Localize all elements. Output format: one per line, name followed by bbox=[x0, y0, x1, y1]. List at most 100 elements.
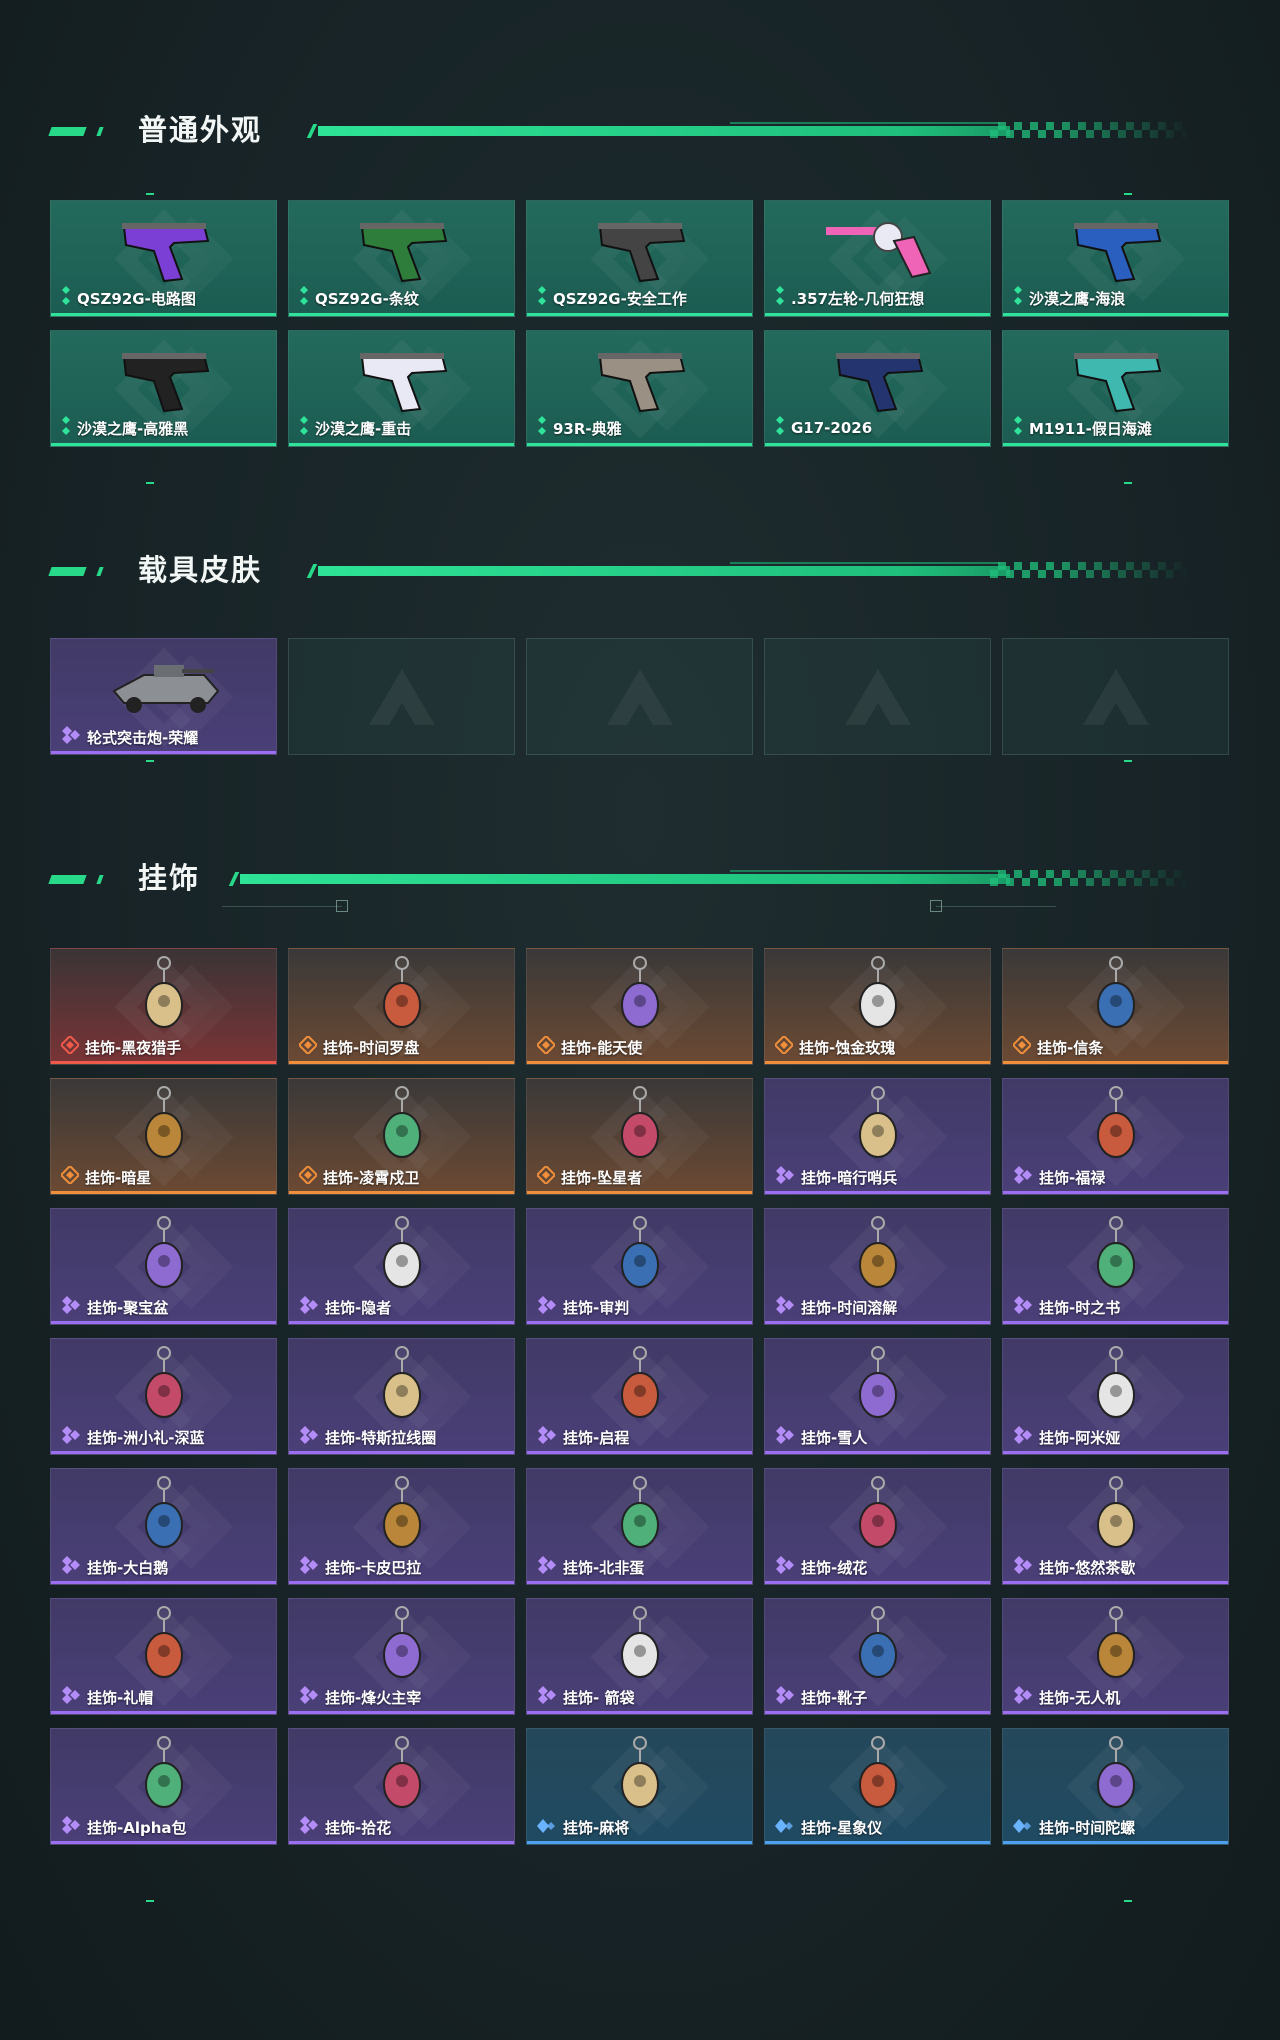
rarity-badge-icon bbox=[299, 286, 309, 310]
empty-item-slot[interactable] bbox=[1002, 638, 1229, 755]
header-slash bbox=[306, 124, 318, 138]
item-card[interactable]: 挂饰-悠然茶歇 bbox=[1002, 1468, 1229, 1585]
charm-icon bbox=[818, 1735, 938, 1817]
item-card[interactable]: 挂饰-麻将 bbox=[526, 1728, 753, 1845]
item-name: QSZ92G-安全工作 bbox=[553, 289, 687, 308]
item-label-row: 挂饰-凌霄戍卫 bbox=[297, 1164, 420, 1188]
item-card[interactable]: 挂饰-能天使 bbox=[526, 948, 753, 1065]
empty-item-slot[interactable] bbox=[288, 638, 515, 755]
item-card[interactable]: 轮式突击炮-荣耀 bbox=[50, 638, 277, 755]
rarity-badge-icon bbox=[1013, 1166, 1033, 1188]
decor-tick bbox=[1124, 193, 1132, 195]
item-card[interactable]: 挂饰-坠星者 bbox=[526, 1078, 753, 1195]
charm-icon bbox=[342, 955, 462, 1037]
rarity-badge-icon bbox=[537, 1426, 557, 1448]
charm-icon bbox=[1056, 1735, 1176, 1817]
item-label-row: 挂饰-时间溶解 bbox=[775, 1296, 897, 1318]
item-card[interactable]: QSZ92G-安全工作 bbox=[526, 200, 753, 317]
item-label-row: QSZ92G-电路图 bbox=[61, 286, 196, 310]
item-card[interactable]: 挂饰-靴子 bbox=[764, 1598, 991, 1715]
item-label-row: 挂饰-聚宝盆 bbox=[61, 1296, 168, 1318]
item-card[interactable]: 挂饰-阿米娅 bbox=[1002, 1338, 1229, 1455]
item-card[interactable]: 挂饰-星象仪 bbox=[764, 1728, 991, 1845]
item-label-row: 挂饰-时之书 bbox=[1013, 1296, 1120, 1318]
item-card[interactable]: 93R-典雅 bbox=[526, 330, 753, 447]
item-card[interactable]: M1911-假日海滩 bbox=[1002, 330, 1229, 447]
item-card[interactable]: .357左轮-几何狂想 bbox=[764, 200, 991, 317]
item-card[interactable]: 沙漠之鹰-海浪 bbox=[1002, 200, 1229, 317]
item-card[interactable]: 挂饰-聚宝盆 bbox=[50, 1208, 277, 1325]
item-card[interactable]: 挂饰-隐者 bbox=[288, 1208, 515, 1325]
decor-tick bbox=[1124, 1900, 1132, 1902]
item-label-row: 轮式突击炮-荣耀 bbox=[61, 726, 198, 748]
item-name: 挂饰-凌霄戍卫 bbox=[323, 1168, 420, 1187]
item-card[interactable]: 挂饰-绒花 bbox=[764, 1468, 991, 1585]
item-name: 挂饰-聚宝盆 bbox=[87, 1298, 169, 1317]
item-name: .357左轮-几何狂想 bbox=[791, 289, 925, 308]
item-name: 挂饰-信条 bbox=[1037, 1038, 1104, 1057]
item-card[interactable]: G17-2026 bbox=[764, 330, 991, 447]
decor-tick bbox=[146, 193, 154, 195]
item-card[interactable]: 挂饰-特斯拉线圈 bbox=[288, 1338, 515, 1455]
header-thin-line bbox=[730, 122, 1000, 124]
item-name: 挂饰-Alpha包 bbox=[87, 1818, 187, 1837]
item-card[interactable]: 挂饰-Alpha包 bbox=[50, 1728, 277, 1845]
item-card[interactable]: 挂饰-雪人 bbox=[764, 1338, 991, 1455]
item-name: 挂饰-审判 bbox=[563, 1298, 630, 1317]
item-card[interactable]: 沙漠之鹰-重击 bbox=[288, 330, 515, 447]
charm-icon bbox=[342, 1735, 462, 1817]
pistol-icon bbox=[342, 337, 462, 419]
item-card[interactable]: 挂饰-卡皮巴拉 bbox=[288, 1468, 515, 1585]
item-label-row: 挂饰-北非蛋 bbox=[537, 1556, 644, 1578]
item-card[interactable]: 挂饰-福禄 bbox=[1002, 1078, 1229, 1195]
header-accent-dash bbox=[48, 567, 87, 576]
item-label-row: 挂饰-坠星者 bbox=[535, 1164, 642, 1188]
item-card[interactable]: 挂饰-拾花 bbox=[288, 1728, 515, 1845]
item-card[interactable]: 挂饰-时间溶解 bbox=[764, 1208, 991, 1325]
pistol-icon bbox=[342, 207, 462, 289]
empty-item-slot[interactable] bbox=[526, 638, 753, 755]
item-card[interactable]: 挂饰-洲小礼-深蓝 bbox=[50, 1338, 277, 1455]
header-checker-pattern bbox=[990, 562, 1190, 578]
section-header: 普通外观 bbox=[0, 110, 1280, 150]
item-card[interactable]: 挂饰-蚀金玫瑰 bbox=[764, 948, 991, 1065]
item-card[interactable]: 挂饰-启程 bbox=[526, 1338, 753, 1455]
item-name: 挂饰-蚀金玫瑰 bbox=[799, 1038, 896, 1057]
rarity-badge-icon bbox=[299, 1296, 319, 1318]
item-card[interactable]: 挂饰-暗行哨兵 bbox=[764, 1078, 991, 1195]
item-card[interactable]: 挂饰-时之书 bbox=[1002, 1208, 1229, 1325]
rarity-badge-icon bbox=[1013, 1426, 1033, 1448]
item-card[interactable]: 沙漠之鹰-高雅黑 bbox=[50, 330, 277, 447]
header-accent-tick bbox=[96, 127, 104, 136]
rarity-badge-icon bbox=[775, 1556, 795, 1578]
header-accent-tick bbox=[96, 875, 104, 884]
item-card[interactable]: 挂饰-时间罗盘 bbox=[288, 948, 515, 1065]
item-name: 挂饰-洲小礼-深蓝 bbox=[87, 1428, 205, 1447]
placeholder-logo-icon bbox=[843, 667, 913, 727]
item-card[interactable]: 挂饰- 箭袋 bbox=[526, 1598, 753, 1715]
item-card[interactable]: 挂饰-北非蛋 bbox=[526, 1468, 753, 1585]
header-slash bbox=[306, 564, 318, 578]
item-card[interactable]: QSZ92G-电路图 bbox=[50, 200, 277, 317]
item-card[interactable]: 挂饰-烽火主宰 bbox=[288, 1598, 515, 1715]
item-card[interactable]: 挂饰-信条 bbox=[1002, 948, 1229, 1065]
item-label-row: QSZ92G-安全工作 bbox=[537, 286, 687, 310]
rarity-badge-icon bbox=[61, 1816, 81, 1838]
rarity-badge-icon bbox=[1013, 416, 1023, 440]
item-name: 挂饰-卡皮巴拉 bbox=[325, 1558, 422, 1577]
item-card[interactable]: QSZ92G-条纹 bbox=[288, 200, 515, 317]
charm-icon bbox=[1056, 1475, 1176, 1557]
decor-tick bbox=[146, 1900, 154, 1902]
empty-item-slot[interactable] bbox=[764, 638, 991, 755]
item-card[interactable]: 挂饰-礼帽 bbox=[50, 1598, 277, 1715]
item-card[interactable]: 挂饰-时间陀螺 bbox=[1002, 1728, 1229, 1845]
item-label-row: 挂饰-绒花 bbox=[775, 1556, 867, 1578]
item-card[interactable]: 挂饰-大白鹅 bbox=[50, 1468, 277, 1585]
item-card[interactable]: 挂饰-黑夜猎手 bbox=[50, 948, 277, 1065]
item-label-row: 挂饰-拾花 bbox=[299, 1816, 391, 1838]
item-card[interactable]: 挂饰-审判 bbox=[526, 1208, 753, 1325]
item-card[interactable]: 挂饰-暗星 bbox=[50, 1078, 277, 1195]
item-card[interactable]: 挂饰-无人机 bbox=[1002, 1598, 1229, 1715]
item-name: 挂饰-启程 bbox=[563, 1428, 630, 1447]
item-card[interactable]: 挂饰-凌霄戍卫 bbox=[288, 1078, 515, 1195]
